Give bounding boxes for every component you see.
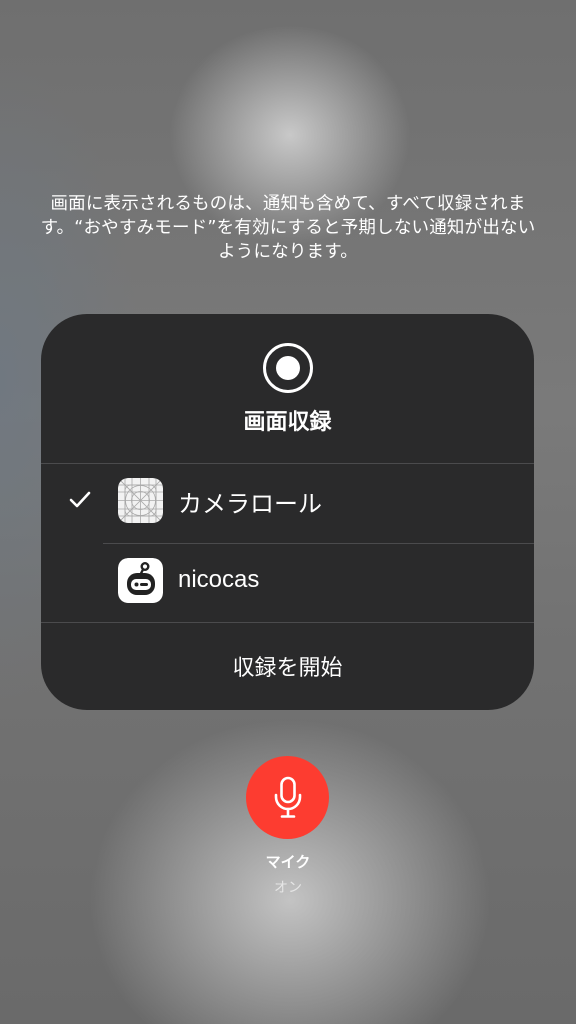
panel-title: 画面収録 <box>243 410 332 435</box>
option-label-camera-roll: カメラロール <box>178 491 322 518</box>
option-label-nicocas: nicocas <box>178 566 260 593</box>
camera-roll-icon <box>118 478 163 523</box>
microphone-label: マイク <box>265 853 311 871</box>
microphone-status: オン <box>274 880 302 896</box>
microphone-icon <box>274 776 301 818</box>
start-recording-label: 収録を開始 <box>232 656 343 681</box>
recording-notice: 画面に表示されるものは、通知も含めて、すべて収録されます。“おやすみモード”を有… <box>40 194 536 262</box>
option-nicocas[interactable] <box>41 543 534 623</box>
start-recording-button[interactable]: 収録を開始 <box>41 623 534 709</box>
nicocas-app-icon <box>118 558 163 603</box>
record-icon <box>262 342 314 394</box>
microphone-toggle-button[interactable] <box>246 756 329 839</box>
checkmark-icon <box>68 490 92 510</box>
